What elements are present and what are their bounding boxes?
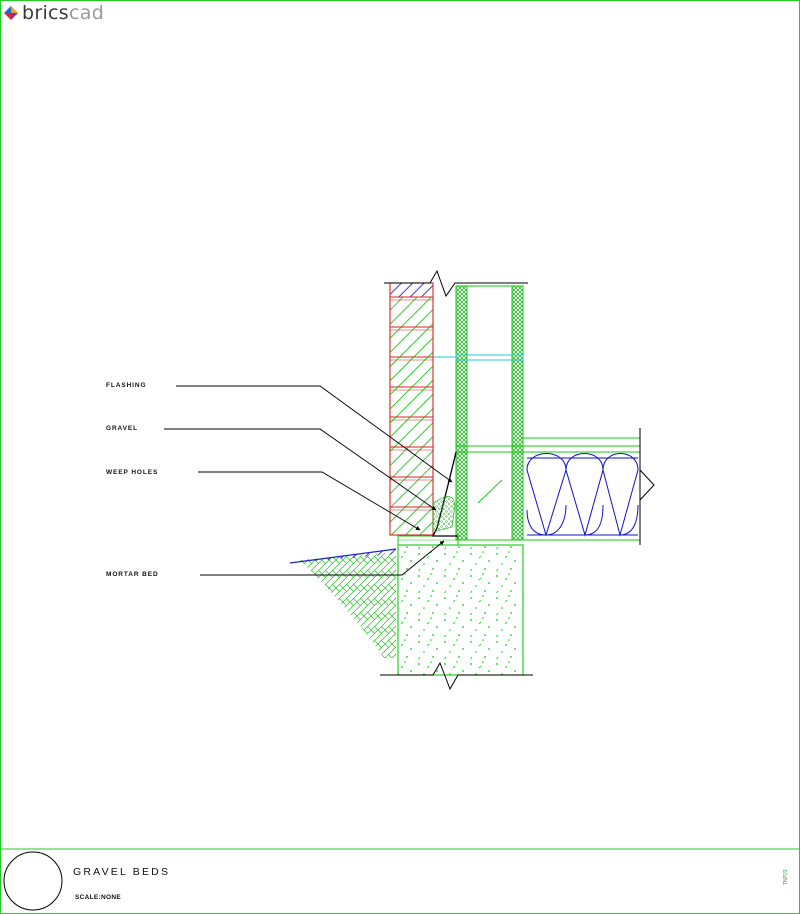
callout-gravel: GRAVEL — [106, 425, 139, 432]
drawing-scale: SCALE:NONE — [75, 894, 121, 901]
title-block-circle — [3, 851, 63, 911]
gravel-fill — [432, 496, 456, 533]
callout-weep-holes: WEEP HOLES — [106, 469, 159, 476]
batt-insulation — [526, 453, 639, 537]
drawing-sheet: bricscad FLASHING GRAVEL WEEP HOLES MORT… — [0, 0, 800, 914]
drawing-title: GRAVEL BEDS — [73, 866, 171, 878]
callout-mortar-bed: MORTAR BED — [106, 571, 159, 578]
floor-assembly — [523, 428, 655, 545]
detail-drawing — [0, 0, 800, 914]
concrete-footing — [397, 544, 524, 676]
callout-flashing: FLASHING — [106, 382, 147, 389]
earth-fill — [300, 552, 396, 658]
mortar-bed — [397, 535, 459, 546]
brick-veneer — [389, 282, 434, 536]
drawing-code: TNP23 — [783, 869, 789, 885]
